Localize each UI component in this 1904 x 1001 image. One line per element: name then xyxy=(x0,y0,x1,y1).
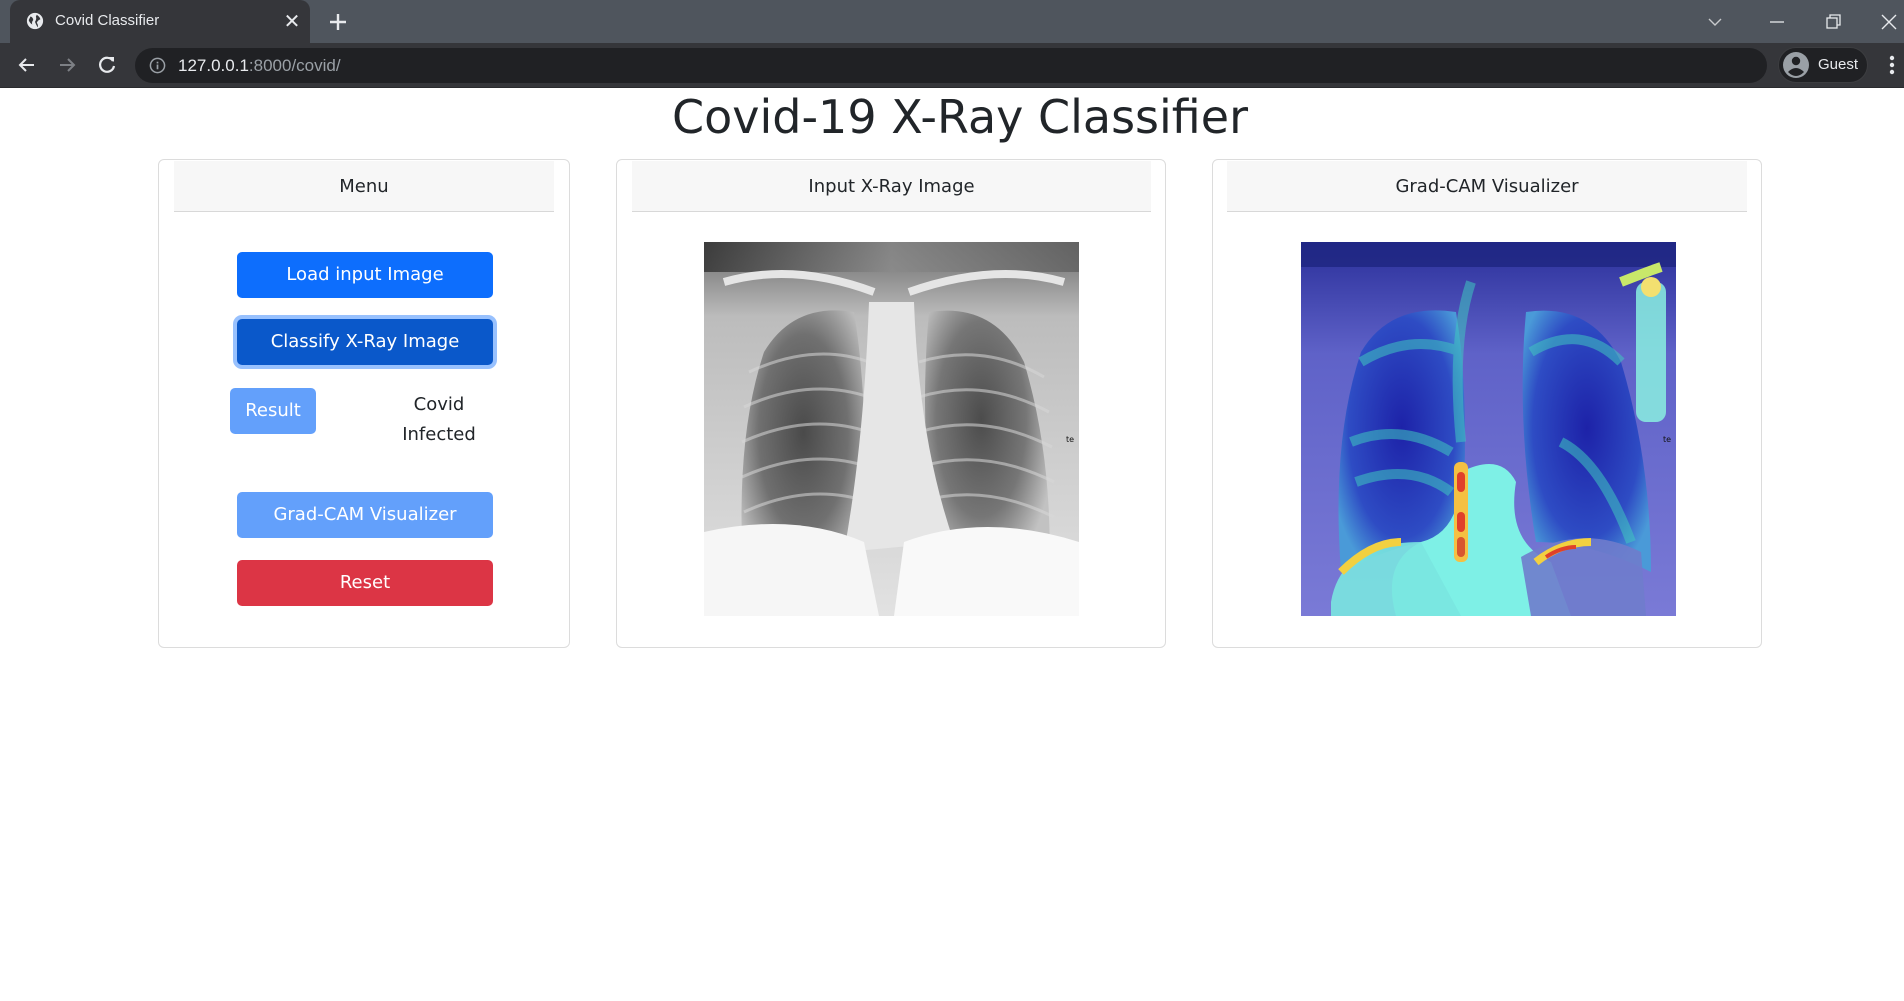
info-icon[interactable] xyxy=(149,57,166,74)
profile-button[interactable]: Guest xyxy=(1778,47,1868,83)
close-window-icon[interactable] xyxy=(1874,8,1904,36)
svg-text:te: te xyxy=(1066,435,1074,444)
profile-name: Guest xyxy=(1818,56,1859,73)
plus-icon xyxy=(330,14,346,30)
account-circle-icon xyxy=(1783,52,1809,78)
load-input-image-button[interactable]: Load input Image xyxy=(237,252,493,298)
menu-card-header: Menu xyxy=(174,161,554,212)
gradcam-heatmap-image: te xyxy=(1301,242,1676,616)
close-tab-icon[interactable]: ✕ xyxy=(282,11,302,31)
gradcam-card: Grad-CAM Visualizer te xyxy=(1212,159,1762,648)
input-xray-image: te xyxy=(704,242,1079,616)
result-value: Covid Infected xyxy=(379,390,499,450)
url-host: 127.0.0.1 xyxy=(178,56,249,75)
input-xray-card-header: Input X-Ray Image xyxy=(632,161,1151,212)
address-bar[interactable]: 127.0.0.1:8000/covid/ xyxy=(135,48,1767,83)
minimize-icon[interactable] xyxy=(1762,8,1792,36)
reset-button[interactable]: Reset xyxy=(237,560,493,606)
result-value-line2: Infected xyxy=(402,424,476,445)
back-arrow-icon[interactable] xyxy=(14,52,40,78)
result-value-line1: Covid xyxy=(413,394,465,415)
input-xray-card: Input X-Ray Image te xyxy=(616,159,1166,648)
url-text[interactable]: 127.0.0.1:8000/covid/ xyxy=(178,56,341,76)
forward-arrow-icon[interactable] xyxy=(54,52,80,78)
menu-card: Menu Load input Image Classify X-Ray Ima… xyxy=(158,159,570,648)
gradcam-card-header: Grad-CAM Visualizer xyxy=(1227,161,1747,212)
browser-tab-strip: Covid Classifier ✕ xyxy=(0,0,1904,43)
restore-icon[interactable] xyxy=(1818,8,1848,36)
reload-icon[interactable] xyxy=(94,52,120,78)
browser-toolbar: 127.0.0.1:8000/covid/ Guest xyxy=(0,43,1904,88)
kebab-menu-icon[interactable] xyxy=(1886,53,1898,77)
new-tab-button[interactable] xyxy=(325,9,351,35)
globe-icon xyxy=(26,12,44,30)
browser-tab[interactable]: Covid Classifier ✕ xyxy=(10,0,310,43)
result-button[interactable]: Result xyxy=(230,388,316,434)
page-title: Covid-19 X-Ray Classifier xyxy=(671,90,1248,144)
url-path: :8000/covid/ xyxy=(248,56,341,75)
tab-search-icon[interactable] xyxy=(1700,8,1730,36)
classify-xray-button[interactable]: Classify X-Ray Image xyxy=(237,319,493,365)
svg-text:te: te xyxy=(1663,435,1671,444)
tab-title: Covid Classifier xyxy=(55,12,160,29)
gradcam-visualizer-button[interactable]: Grad-CAM Visualizer xyxy=(237,492,493,538)
